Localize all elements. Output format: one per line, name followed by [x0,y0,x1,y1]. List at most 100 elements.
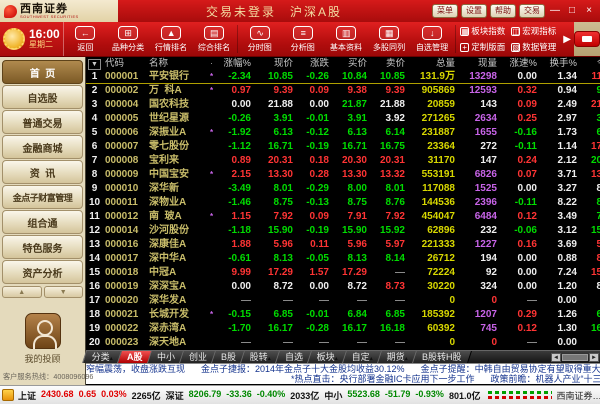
tab-B股转H股[interactable]: B股转H股 [412,351,471,363]
column-header[interactable]: 涨速% [500,57,540,70]
ticker-link[interactable]: 金点子捷报：2014年金点子十大金股均收益30.12% [201,364,405,374]
tab-dropdown-arrow-icon[interactable]: ▴ [404,356,407,362]
index-quote-segment[interactable]: 8206.79 [189,389,222,402]
table-row[interactable]: 17000020深华发A—————00—0.00— [86,294,600,308]
table-row[interactable]: 10000011深物业A-1.468.75-0.138.758.76144536… [86,196,600,210]
table-row[interactable]: 20000023深天地A—————00—0.00— [86,336,600,350]
sidebar-scroll-up-button[interactable]: ▲ [2,286,42,298]
ticker-link[interactable]: 窄幅震荡，收盘涨跌互现 [86,364,185,374]
table-row[interactable]: 13000016深康佳A1.885.960.115.965.9722133312… [86,238,600,252]
index-quote-segment[interactable]: 2265亿 [132,389,161,402]
table-row[interactable]: 5000006深振业A*-1.926.13-0.126.136.14231887… [86,126,600,140]
index-quote-segment[interactable]: 中小 [324,389,342,402]
index-quote-segment[interactable]: 0.03% [101,389,127,402]
table-row[interactable]: 2000002万 科A*0.979.390.099.389.3990586912… [86,84,600,98]
column-header[interactable]: 卖价 [370,57,408,70]
sidebar-item-7[interactable]: 组合通 [2,210,83,234]
data-manage-button[interactable]: ▧数据管理 [511,39,556,55]
ticker-link[interactable]: 金点子提醒：中韩自由贸易协定有望取得重大进展 [421,364,600,374]
sidebar-item-6[interactable]: 金点子财富管理 [2,185,83,209]
table-row[interactable]: 1000001平安银行*-2.3410.85-0.2610.8410.85131… [86,70,600,84]
back-button[interactable]: ←返回 [64,22,107,56]
table-row[interactable]: 15000018中冠A9.9917.291.5717.29—72224920.0… [86,266,600,280]
fundamentals-button[interactable]: ▥基本资料 [325,22,368,56]
sidebar-item-1[interactable]: 首 页 [2,60,83,84]
column-header[interactable]: · [207,57,216,70]
intraday-chart-button[interactable]: ∿分时图 [239,22,282,56]
index-quote-segment[interactable]: 2430.68 [41,389,74,402]
column-header[interactable]: 换手% [540,57,580,70]
category-button[interactable]: ⊞品种分类 [107,22,150,56]
tab-dropdown-arrow-icon[interactable]: ▴ [369,356,372,362]
ticker-link[interactable]: 政策前瞻：机器人产业“十三五”规 [491,374,600,384]
sidebar-item-5[interactable]: 资 讯 [2,160,83,184]
column-header[interactable]: 名称 [147,57,207,70]
tab-dropdown-arrow-icon[interactable]: ▴ [334,356,337,362]
tab-dropdown-arrow-icon[interactable]: ▴ [110,356,113,362]
clock-panel: 16:00 星期二 [0,22,64,56]
macro-indicator-button[interactable]: ◫宏观指标 [511,23,556,39]
table-row[interactable]: 8000009中国宝安*2.1513.300.2813.3013.3255319… [86,168,600,182]
close-button[interactable]: × [582,4,596,18]
quote-ranking-button[interactable]: ▲行情排名 [150,22,193,56]
column-header[interactable]: 现价 [254,57,296,70]
sidebar-item-8[interactable]: 特色服务 [2,235,83,259]
custom-layout-button[interactable]: +定制版面 [460,39,505,55]
column-header[interactable]: 现量 [458,57,500,70]
advisor-person-icon[interactable] [25,313,61,349]
column-header[interactable]: 涨跌 [296,57,332,70]
table-row[interactable]: 3000004国农科技0.0021.880.0021.8721.88208591… [86,98,600,112]
table-row[interactable]: 16000019深深宝A0.008.720.008.728.7330220324… [86,280,600,294]
toolbar-expand-arrow[interactable]: ▶ [560,22,574,56]
table-row[interactable]: 9000010深华新-3.498.01-0.298.008.0111708815… [86,182,600,196]
table-filter-dropdown[interactable]: ▼ [86,57,103,70]
minimize-button[interactable]: — [548,4,562,18]
maximize-button[interactable]: □ [565,4,579,18]
index-quote-segment[interactable]: -0.40% [257,389,286,402]
table-row[interactable]: 18000021长城开发*-0.156.85-0.016.846.8518539… [86,308,600,322]
index-quote-segment[interactable]: 2033亿 [290,389,319,402]
sidebar-item-3[interactable]: 普通交易 [2,110,83,134]
trade-button[interactable]: 交易 [519,4,545,18]
help-button[interactable]: 帮助 [490,4,516,18]
ticker-link[interactable]: *热点直击：央行部署金融IC卡应用下一步工作 [291,374,475,384]
multi-stock-button[interactable]: ▦多股同列 [368,22,411,56]
menu-button[interactable]: 菜单 [432,4,458,18]
tab-dropdown-arrow-icon[interactable]: ▴ [267,356,270,362]
sidebar-item-4[interactable]: 金融商城 [2,135,83,159]
composite-ranking-button[interactable]: ▤综合排名 [193,22,236,56]
sidebar-item-9[interactable]: 资产分析 [2,260,83,284]
index-quote-segment[interactable]: 801.0亿 [449,389,481,402]
status-app-icon[interactable] [2,389,14,401]
column-header[interactable]: 总量 [408,57,458,70]
index-quote-segment[interactable]: -33.36 [226,389,252,402]
table-row[interactable]: 12000014沙河股份-1.1815.90-0.1915.9015.92628… [86,224,600,238]
table-row[interactable]: 6000007零七股份-1.1216.71-0.1916.7116.752336… [86,140,600,154]
table-row[interactable]: 7000008宝利来0.8920.310.1820.3020.313117014… [86,154,600,168]
analysis-chart-button[interactable]: ≡分析图 [282,22,325,56]
index-quote-segment[interactable]: 深证 [166,389,184,402]
tab-scroll-right-button[interactable]: ► [589,353,599,362]
column-header[interactable]: 代码 [103,57,147,70]
tab-scroll-thumb[interactable] [562,354,588,361]
panel-toggle-button[interactable] [574,31,600,47]
table-row[interactable]: 11000012南 玻A*1.157.920.097.917.924540476… [86,210,600,224]
index-quote-segment[interactable]: 上证 [18,389,36,402]
settings-button[interactable]: 设置 [461,4,487,18]
sidebar-item-2[interactable]: 自选股 [2,85,83,109]
column-header[interactable]: 涨幅% [216,57,254,70]
column-header[interactable]: 今开 [580,57,600,70]
table-row[interactable]: 14000017深中华A-0.618.13-0.058.138.14267121… [86,252,600,266]
column-header[interactable]: 买价 [332,57,370,70]
index-quote-segment[interactable]: -51.79 [385,389,411,402]
table-row[interactable]: 4000005世纪星源-0.263.91-0.013.913.922712652… [86,112,600,126]
sidebar-scroll-down-button[interactable]: ▼ [44,286,84,298]
tab-scroll-left-button[interactable]: ◄ [551,353,561,362]
table-row[interactable]: 19000022深赤湾A-1.7016.17-0.2816.1716.18603… [86,322,600,336]
sector-index-button[interactable]: ▦板块指数 [460,23,505,39]
index-quote-segment[interactable]: 5523.68 [347,389,380,402]
my-advisor-panel[interactable]: 我的投顾 [2,313,83,365]
watchlist-manage-button[interactable]: ↓自选管理 [411,22,454,56]
index-quote-segment[interactable]: 0.65 [79,389,97,402]
index-quote-segment[interactable]: -0.93% [415,389,444,402]
